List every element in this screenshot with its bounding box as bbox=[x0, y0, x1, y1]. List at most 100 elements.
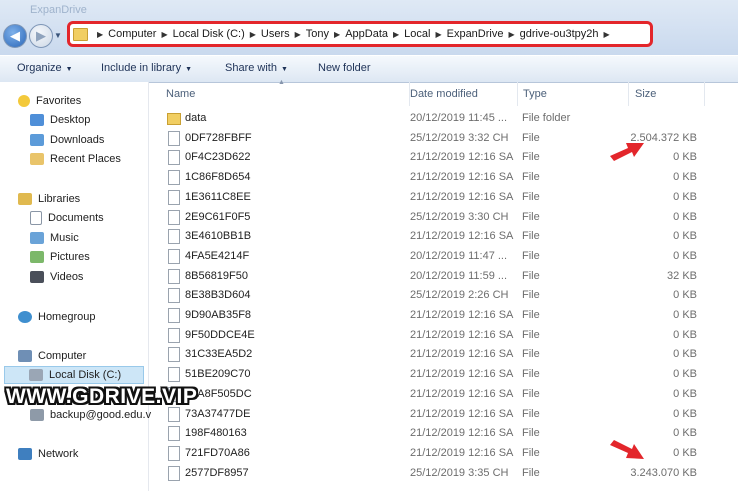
nav-network-label: Network bbox=[38, 448, 79, 460]
file-date-modified: 21/12/2019 12:16 SA bbox=[410, 387, 514, 400]
breadcrumb-item[interactable]: Local bbox=[404, 28, 430, 40]
file-size: 0 KB bbox=[673, 171, 697, 184]
nav-downloads[interactable]: Downloads bbox=[30, 131, 104, 149]
file-icon bbox=[168, 209, 180, 225]
file-row[interactable]: 0F4C23D622 21/12/2019 12:16 SA File 0 KB bbox=[150, 148, 738, 168]
column-header-type[interactable]: Type bbox=[517, 82, 629, 106]
column-header-size[interactable]: Size bbox=[629, 82, 705, 106]
file-type: File bbox=[522, 309, 540, 321]
breadcrumb-item[interactable]: gdrive-ou3tpy2h bbox=[520, 28, 599, 40]
file-row[interactable]: 198F480163 21/12/2019 12:16 SA File 0 KB bbox=[150, 424, 738, 444]
nav-desktop[interactable]: Desktop bbox=[30, 111, 90, 129]
nav-recent-places[interactable]: Recent Places bbox=[30, 150, 121, 168]
forward-button[interactable]: ▶ bbox=[29, 24, 53, 48]
nav-favorites[interactable]: Favorites bbox=[18, 92, 81, 110]
file-type: File bbox=[522, 210, 540, 223]
file-row[interactable]: 31C33EA5D2 21/12/2019 12:16 SA File 0 KB bbox=[150, 345, 738, 365]
file-size: 0 KB bbox=[673, 230, 697, 243]
breadcrumb-separator-icon[interactable]: ▶ bbox=[334, 30, 340, 39]
file-date-modified: 21/12/2019 12:16 SA bbox=[410, 309, 514, 321]
file-row[interactable]: 721FD70A86 21/12/2019 12:16 SA File 0 KB bbox=[150, 444, 738, 464]
pictures-icon bbox=[30, 251, 44, 263]
nav-homegroup-label: Homegroup bbox=[38, 311, 96, 323]
breadcrumb-item[interactable]: Tony bbox=[306, 28, 329, 40]
new-folder-button[interactable]: New folder bbox=[318, 62, 371, 74]
file-icon bbox=[168, 327, 180, 343]
file-size: 0 KB bbox=[673, 387, 697, 400]
breadcrumb-separator-icon[interactable]: ▶ bbox=[393, 30, 399, 39]
address-bar[interactable]: ▶ Computer ▶ Local Disk (C:) ▶ Users ▶ Tony ▶ App… bbox=[67, 21, 653, 47]
file-date-modified: 21/12/2019 12:16 SA bbox=[410, 407, 514, 420]
file-size: 0 KB bbox=[673, 309, 697, 321]
network-drive-icon bbox=[30, 409, 44, 421]
file-type: File bbox=[522, 427, 540, 440]
forward-arrow-icon: ▶ bbox=[36, 28, 46, 43]
breadcrumb-separator-icon[interactable]: ▶ bbox=[435, 30, 441, 39]
include-library-label: Include in library bbox=[101, 62, 182, 74]
documents-icon bbox=[30, 211, 42, 225]
red-arrow-icon bbox=[610, 440, 644, 459]
window-title: ExpanDrive bbox=[30, 4, 87, 16]
file-row[interactable]: 51BE209C70 21/12/2019 12:16 SA File 0 KB bbox=[150, 365, 738, 385]
nav-music[interactable]: Music bbox=[30, 229, 79, 247]
organize-button[interactable]: Organize ▼ bbox=[17, 62, 73, 74]
file-row[interactable]: 1E3611C8EE 21/12/2019 12:16 SA File 0 KB bbox=[150, 188, 738, 208]
nav-pictures[interactable]: Pictures bbox=[30, 248, 90, 266]
nav-documents-label: Documents bbox=[48, 212, 104, 224]
breadcrumb-item[interactable]: AppData bbox=[345, 28, 388, 40]
file-row[interactable]: 3E4610BB1B 21/12/2019 12:16 SA File 0 KB bbox=[150, 227, 738, 247]
back-button[interactable]: ◀ bbox=[3, 24, 27, 48]
file-row[interactable]: 9F50DDCE4E 21/12/2019 12:16 SA File 0 KB bbox=[150, 326, 738, 346]
file-row[interactable]: 0DF728FBFF 25/12/2019 3:32 CH File 2.504.37… bbox=[150, 129, 738, 149]
column-header-name[interactable]: Name bbox=[160, 82, 410, 106]
breadcrumb-item[interactable]: Local Disk (C:) bbox=[173, 28, 245, 40]
file-name: 1C86F8D654 bbox=[185, 171, 251, 184]
nav-favorites-label: Favorites bbox=[36, 95, 82, 107]
nav-local-disk[interactable]: Local Disk (C:) bbox=[4, 366, 144, 384]
file-name: 3E4610BB1B bbox=[185, 230, 252, 243]
breadcrumb-item[interactable]: ExpanDrive bbox=[447, 28, 504, 40]
recent-pages-dropdown[interactable]: ▼ bbox=[54, 31, 62, 40]
nav-network[interactable]: Network bbox=[18, 445, 78, 463]
nav-documents[interactable]: Documents bbox=[30, 209, 104, 227]
file-type: File bbox=[522, 151, 540, 164]
breadcrumb-separator-icon[interactable]: ▶ bbox=[508, 30, 514, 39]
breadcrumb-separator-icon[interactable]: ▶ bbox=[604, 30, 610, 39]
nav-videos[interactable]: Videos bbox=[30, 268, 83, 286]
back-arrow-icon: ◀ bbox=[10, 28, 20, 43]
share-with-button[interactable]: Share with ▼ bbox=[225, 62, 288, 74]
breadcrumb-item[interactable]: Computer bbox=[108, 28, 156, 40]
nav-computer[interactable]: Computer bbox=[18, 347, 86, 365]
file-row[interactable]: 8B56819F50 20/12/2019 11:59 ... File 32 KB bbox=[150, 267, 738, 287]
nav-pictures-label: Pictures bbox=[50, 251, 90, 263]
file-size: 3.243.070 KB bbox=[630, 466, 697, 479]
breadcrumb-separator-icon[interactable]: ▶ bbox=[97, 30, 103, 39]
file-row[interactable]: 2E9C61F0F5 25/12/2019 3:30 CH File 0 KB bbox=[150, 208, 738, 228]
file-row[interactable]: 9D90AB35F8 21/12/2019 12:16 SA File 0 KB bbox=[150, 306, 738, 326]
breadcrumb-separator-icon[interactable]: ▶ bbox=[161, 30, 167, 39]
column-header-date[interactable]: Date modified bbox=[404, 82, 518, 106]
file-type: File bbox=[522, 407, 540, 420]
file-icon bbox=[168, 268, 180, 284]
file-row[interactable]: 8E38B3D604 25/12/2019 2:26 CH File 0 KB bbox=[150, 286, 738, 306]
file-row[interactable]: 69A8F505DC 21/12/2019 12:16 SA File 0 KB bbox=[150, 385, 738, 405]
file-row[interactable]: 1C86F8D654 21/12/2019 12:16 SA File 0 KB bbox=[150, 168, 738, 188]
breadcrumb-item[interactable]: Users bbox=[261, 28, 290, 40]
computer-icon bbox=[18, 350, 32, 362]
libraries-icon bbox=[18, 193, 32, 205]
include-in-library-button[interactable]: Include in library ▼ bbox=[101, 62, 192, 74]
file-row[interactable]: 2577DF8957 25/12/2019 3:35 CH File 3.243.07… bbox=[150, 464, 738, 484]
file-icon bbox=[168, 170, 180, 186]
breadcrumb-separator-icon[interactable]: ▶ bbox=[250, 30, 256, 39]
file-row[interactable]: 73A37477DE 21/12/2019 12:16 SA File 0 KB bbox=[150, 405, 738, 425]
nav-libraries[interactable]: Libraries bbox=[18, 190, 80, 208]
file-size: 0 KB bbox=[673, 407, 697, 420]
column-name-label: Name bbox=[166, 88, 196, 100]
file-row[interactable]: 4FA5E4214F 20/12/2019 11:47 ... File 0 KB bbox=[150, 247, 738, 267]
file-row[interactable]: data 20/12/2019 11:45 ... File folder bbox=[150, 109, 738, 129]
breadcrumb-separator-icon[interactable]: ▶ bbox=[295, 30, 301, 39]
nav-recent-label: Recent Places bbox=[50, 153, 121, 165]
nav-local-disk-label: Local Disk (C:) bbox=[49, 369, 122, 381]
file-name: 198F480163 bbox=[185, 427, 247, 440]
nav-homegroup[interactable]: Homegroup bbox=[18, 308, 95, 326]
